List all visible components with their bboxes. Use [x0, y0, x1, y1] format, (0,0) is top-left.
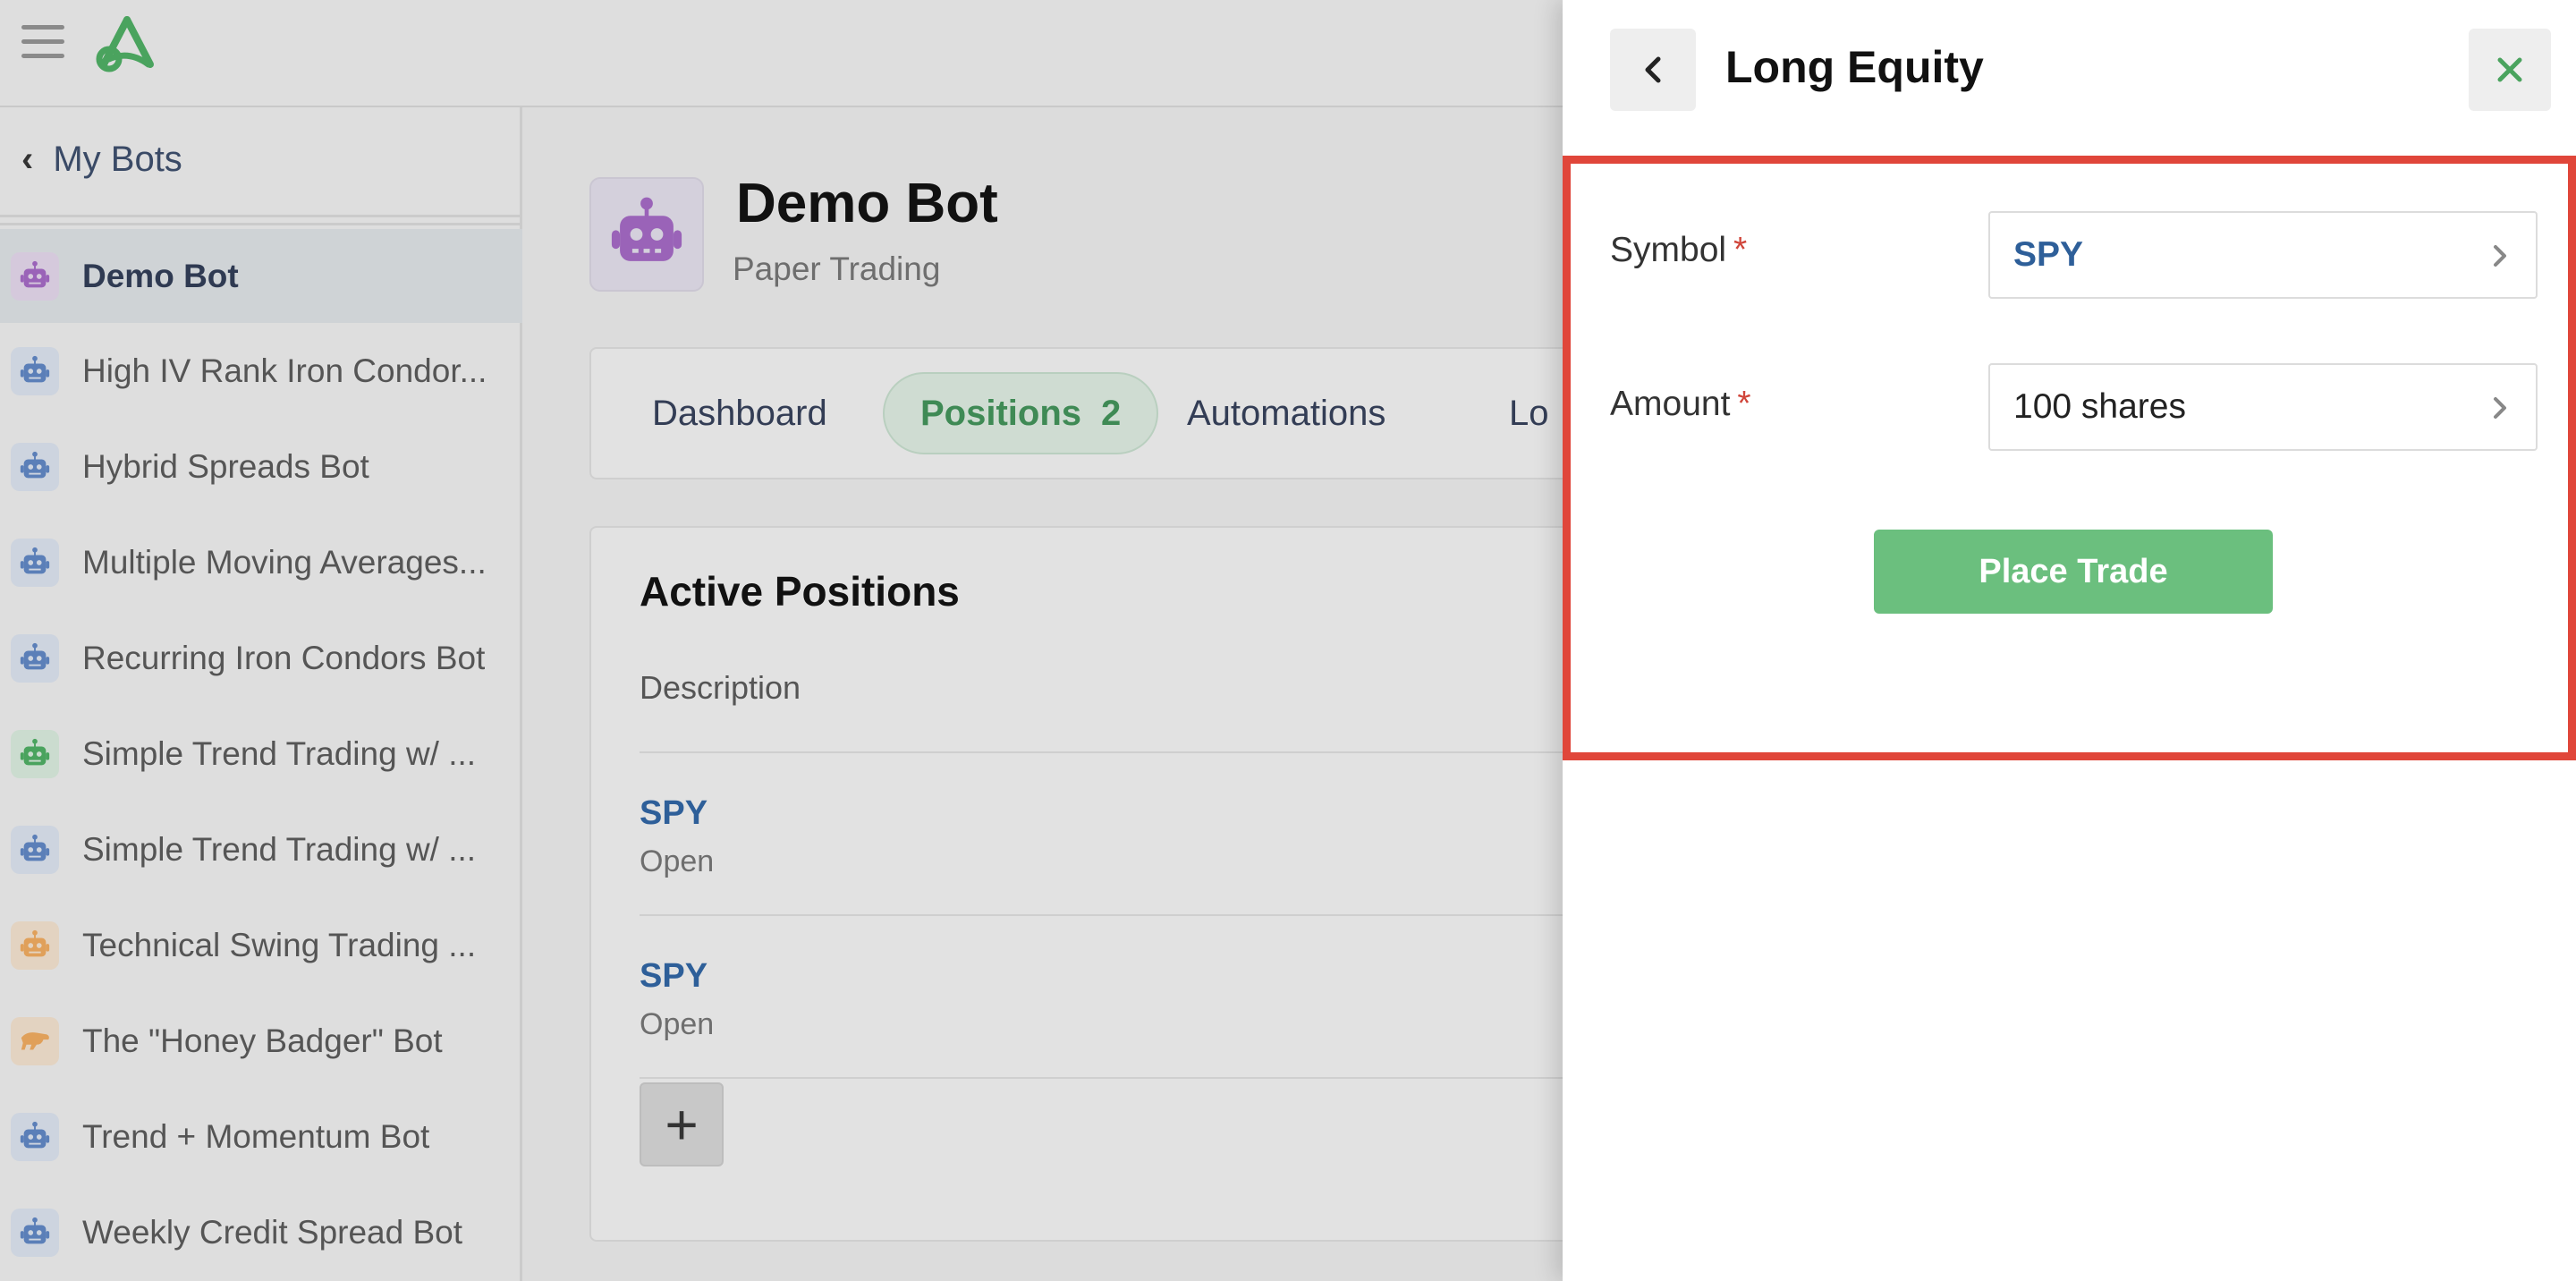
page-subtitle: Paper Trading — [733, 250, 941, 287]
amount-label-text: Amount — [1610, 385, 1731, 423]
robot-icon — [11, 633, 59, 683]
sidebar-item-label: Hybrid Spreads Bot — [82, 447, 369, 485]
panel-close-button[interactable] — [2469, 29, 2551, 111]
sidebar-item-bot[interactable]: Hybrid Spreads Bot — [0, 419, 522, 514]
amount-label: Amount * — [1610, 385, 1751, 424]
symbol-label: Symbol * — [1610, 231, 1747, 270]
table-row[interactable]: SPY Open — [640, 914, 1588, 1077]
sidebar-item-bot[interactable]: Trend + Momentum Bot — [0, 1089, 522, 1184]
chevron-left-icon — [1645, 56, 1661, 83]
sidebar-item-label: Simple Trend Trading w/ ... — [82, 830, 477, 868]
sidebar-item-label: Technical Swing Trading ... — [82, 926, 477, 963]
required-mark: * — [1733, 231, 1748, 269]
badger-icon — [11, 1016, 59, 1065]
active-positions-card: Active Positions Description SPY Open SP… — [589, 526, 1588, 1242]
sidebar-item-label: Weekly Credit Spread Bot — [82, 1213, 463, 1251]
chevron-left-icon: ‹ — [21, 139, 34, 179]
close-icon — [2497, 57, 2522, 82]
robot-icon — [11, 729, 59, 778]
chevron-right-icon — [2494, 245, 2506, 267]
sidebar-item-bot[interactable]: Technical Swing Trading ... — [0, 897, 522, 993]
sidebar-item-label: Trend + Momentum Bot — [82, 1117, 430, 1155]
position-status: Open — [640, 1007, 715, 1041]
sidebar-item-bot[interactable]: High IV Rank Iron Condor... — [0, 323, 522, 419]
my-bots-back-link[interactable]: ‹ My Bots — [21, 132, 182, 186]
sidebar-item-label: Recurring Iron Condors Bot — [82, 639, 486, 676]
sidebar-item-bot[interactable]: Simple Trend Trading w/ ... — [0, 706, 522, 802]
symbol-value: SPY — [2013, 235, 2084, 274]
amount-field[interactable]: 100 shares — [1988, 363, 2538, 451]
card-title: Active Positions — [640, 568, 960, 615]
sidebar-item-bot[interactable]: Demo Bot — [0, 229, 522, 323]
bot-avatar — [589, 177, 704, 292]
symbol-field[interactable]: SPY — [1988, 211, 2538, 299]
sidebar-item-label: Simple Trend Trading w/ ... — [82, 734, 477, 772]
table-divider — [640, 1077, 1588, 1079]
long-equity-panel: Long Equity Symbol * SPY Amount * 100 shar… — [1563, 0, 2576, 1281]
robot-icon — [11, 346, 59, 395]
robot-icon — [11, 825, 59, 874]
chevron-right-icon — [2494, 397, 2506, 419]
symbol-label-text: Symbol — [1610, 231, 1727, 269]
panel-back-button[interactable] — [1610, 29, 1696, 111]
sidebar-item-bot[interactable]: Weekly Credit Spread Bot — [0, 1184, 522, 1280]
table-row[interactable]: SPY Open — [640, 751, 1588, 914]
column-header-description: Description — [640, 669, 801, 706]
robot-icon — [611, 197, 682, 261]
amount-value: 100 shares — [2013, 387, 2186, 426]
tab-positions-label: Positions — [920, 393, 1082, 433]
bot-list: Demo Bot High IV Rank Iron Condor... Hybri… — [0, 229, 522, 1280]
tab-bar: Dashboard Positions 2 Automations Lo — [589, 347, 1573, 479]
add-position-button[interactable]: + — [640, 1082, 724, 1166]
sidebar-item-bot[interactable]: Simple Trend Trading w/ ... — [0, 802, 522, 897]
robot-icon — [11, 920, 59, 970]
sidebar-item-label: High IV Rank Iron Condor... — [82, 352, 487, 389]
panel-title: Long Equity — [1725, 42, 1984, 92]
sidebar-item-label: The "Honey Badger" Bot — [82, 1022, 443, 1059]
sidebar-item-bot[interactable]: Recurring Iron Condors Bot — [0, 610, 522, 706]
page-title: Demo Bot — [736, 173, 998, 234]
tab-logs[interactable]: Lo — [1509, 372, 1549, 454]
sidebar-item-label: Demo Bot — [82, 257, 239, 294]
place-trade-button[interactable]: Place Trade — [1874, 530, 2273, 614]
robot-icon — [11, 251, 59, 301]
hamburger-menu-icon[interactable] — [21, 25, 64, 64]
tab-dashboard[interactable]: Dashboard — [652, 372, 827, 454]
positions-count-badge: 2 — [1101, 393, 1122, 433]
robot-icon — [11, 442, 59, 491]
main-content: Demo Bot Paper Trading Dashboard Positio… — [525, 107, 1588, 1281]
sidebar-item-label: Multiple Moving Averages... — [82, 543, 487, 581]
tab-positions[interactable]: Positions 2 — [883, 372, 1159, 454]
sidebar-divider — [0, 215, 522, 225]
tab-automations[interactable]: Automations — [1187, 372, 1385, 454]
sidebar: ‹ My Bots Demo Bot High IV Rank Iron Cond… — [0, 107, 522, 1281]
required-mark: * — [1737, 385, 1751, 423]
position-status: Open — [640, 844, 715, 878]
robot-icon — [11, 1112, 59, 1161]
position-symbol[interactable]: SPY — [640, 794, 708, 833]
sidebar-item-bot[interactable]: The "Honey Badger" Bot — [0, 993, 522, 1089]
sidebar-item-bot[interactable]: Multiple Moving Averages... — [0, 514, 522, 610]
position-symbol[interactable]: SPY — [640, 957, 708, 996]
app-logo[interactable] — [93, 14, 161, 75]
robot-icon — [11, 538, 59, 587]
robot-icon — [11, 1208, 59, 1257]
my-bots-label: My Bots — [53, 139, 182, 179]
